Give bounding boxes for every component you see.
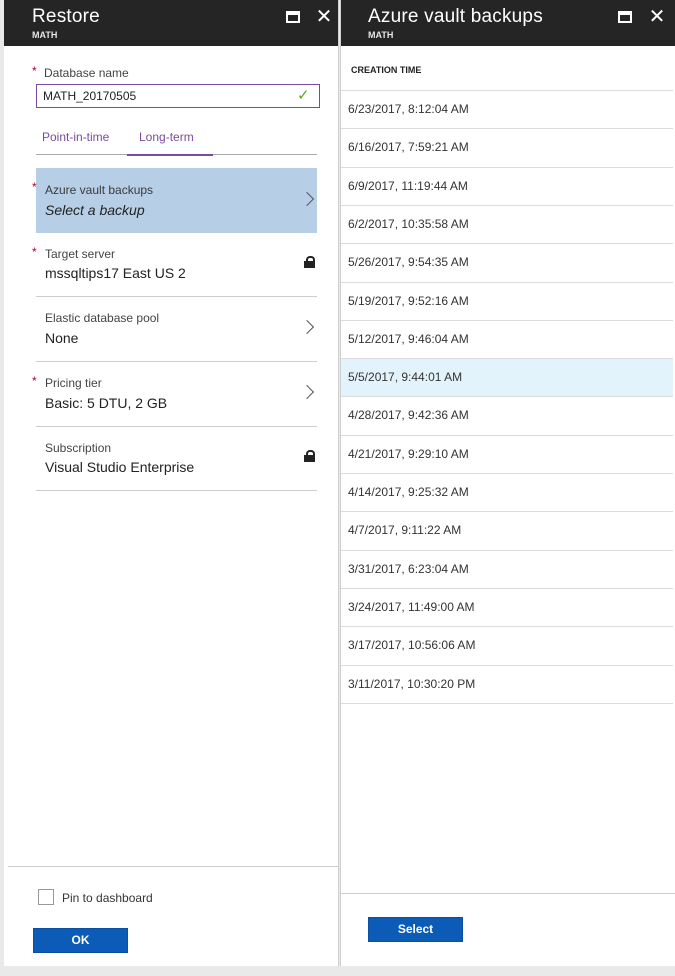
vault-blade-title: Azure vault backups: [368, 6, 543, 27]
row-divider: [36, 490, 317, 491]
database-name-label: Database name: [44, 66, 129, 80]
backup-creation-time: 3/17/2017, 10:56:06 AM: [348, 638, 476, 653]
backup-creation-time: 4/28/2017, 9:42:36 AM: [348, 408, 469, 423]
backup-row[interactable]: 3/17/2017, 10:56:06 AM: [341, 626, 673, 664]
maximize-icon[interactable]: [286, 11, 300, 23]
chevron-right-icon: [299, 384, 315, 400]
azure-vault-backups-blade: Azure vault backups MATH ✕ CREATION TIME…: [340, 0, 675, 976]
footer-divider: [341, 893, 675, 894]
required-asterisk: *: [32, 374, 37, 388]
backup-creation-time: 5/5/2017, 9:44:01 AM: [348, 370, 463, 385]
close-icon[interactable]: ✕: [648, 7, 666, 27]
backup-row[interactable]: 6/2/2017, 10:35:58 AM: [341, 204, 673, 243]
backup-creation-time: 5/26/2017, 9:54:35 AM: [348, 255, 469, 270]
required-asterisk: *: [32, 245, 37, 259]
tab-long-term[interactable]: Long-term: [139, 130, 194, 144]
chevron-right-icon: [299, 191, 315, 207]
backup-row[interactable]: 5/26/2017, 9:54:35 AM: [341, 243, 673, 281]
close-icon[interactable]: ✕: [315, 7, 333, 27]
backup-row[interactable]: 6/9/2017, 11:19:44 AM: [341, 166, 673, 205]
backup-row[interactable]: 4/7/2017, 9:11:22 AM: [341, 511, 673, 549]
backup-creation-time: 6/9/2017, 11:19:44 AM: [348, 178, 468, 193]
active-tab-indicator: [127, 154, 213, 156]
subscription-value: Visual Studio Enterprise: [45, 459, 195, 475]
lock-icon: [304, 450, 315, 462]
backup-row[interactable]: 3/11/2017, 10:30:20 PM: [341, 664, 673, 703]
backup-row[interactable]: 3/31/2017, 6:23:04 AM: [341, 549, 673, 588]
backup-row[interactable]: 4/14/2017, 9:25:32 AM: [341, 473, 673, 511]
backup-creation-time: 6/23/2017, 8:12:04 AM: [348, 102, 469, 116]
lock-icon: [304, 256, 315, 268]
restore-blade-subtitle: MATH: [32, 30, 58, 40]
pin-to-dashboard-checkbox[interactable]: [38, 889, 54, 905]
subscription-label: Subscription: [45, 441, 112, 455]
pricing-tier-label: Pricing tier: [45, 376, 102, 390]
elastic-database-pool-label: Elastic database pool: [45, 311, 160, 325]
backup-creation-time: 6/2/2017, 10:35:58 AM: [348, 216, 469, 231]
subscription-row: Subscription Visual Studio Enterprise: [36, 427, 317, 490]
backup-creation-time: 3/11/2017, 10:30:20 PM: [348, 676, 476, 691]
backup-row[interactable]: 6/23/2017, 8:12:04 AM: [341, 90, 673, 128]
backup-row[interactable]: 6/16/2017, 7:59:21 AM: [341, 128, 673, 166]
elastic-database-pool-value: None: [45, 330, 79, 346]
backup-creation-time: 4/7/2017, 9:11:22 AM: [348, 523, 462, 538]
tab-point-in-time[interactable]: Point-in-time: [42, 130, 109, 144]
backup-row[interactable]: 3/24/2017, 11:49:00 AM: [341, 587, 673, 626]
pricing-tier-value: Basic: 5 DTU, 2 GB: [45, 395, 168, 411]
list-end-divider: [341, 702, 673, 705]
backup-creation-time: 4/21/2017, 9:29:10 AM: [348, 446, 469, 461]
ok-button[interactable]: OK: [33, 928, 128, 953]
required-asterisk: *: [32, 64, 37, 78]
backup-creation-time: 3/24/2017, 11:49:00 AM: [348, 599, 475, 614]
target-server-row: * Target server mssqltips17 East US 2: [32, 233, 317, 296]
chevron-right-icon: [299, 319, 315, 335]
footer-divider: [8, 866, 338, 867]
backup-row[interactable]: 4/28/2017, 9:42:36 AM: [341, 396, 673, 434]
required-asterisk: *: [32, 180, 37, 194]
backup-creation-time: 5/19/2017, 9:52:16 AM: [348, 293, 469, 308]
pin-to-dashboard-label: Pin to dashboard: [62, 891, 153, 905]
vault-blade-subtitle: MATH: [368, 30, 394, 40]
backup-creation-time: 6/16/2017, 7:59:21 AM: [348, 140, 469, 155]
select-button[interactable]: Select: [368, 917, 463, 942]
backup-creation-time: 4/14/2017, 9:25:32 AM: [348, 485, 469, 499]
backup-row[interactable]: 5/5/2017, 9:44:01 AM: [341, 358, 673, 397]
creation-time-column-header: CREATION TIME: [351, 65, 422, 75]
scrollbar-track: [0, 966, 675, 976]
backup-creation-time: 3/31/2017, 6:23:04 AM: [348, 561, 469, 576]
backup-row[interactable]: 4/21/2017, 9:29:10 AM: [341, 434, 673, 473]
azure-vault-backups-label: Azure vault backups: [45, 183, 154, 197]
target-server-value: mssqltips17 East US 2: [45, 265, 186, 281]
restore-blade-header: Restore MATH ✕: [4, 0, 338, 46]
restore-blade: Restore MATH ✕ * Database name ✓ Point-i…: [4, 0, 339, 976]
target-server-label: Target server: [45, 247, 116, 261]
database-name-input[interactable]: [36, 84, 320, 108]
pricing-tier-row[interactable]: * Pricing tier Basic: 5 DTU, 2 GB: [32, 362, 317, 426]
vault-blade-header: Azure vault backups MATH ✕: [341, 0, 675, 46]
checkmark-icon: ✓: [297, 87, 310, 104]
elastic-database-pool-row[interactable]: Elastic database pool None: [36, 297, 317, 361]
azure-vault-backups-value: Select a backup: [45, 202, 145, 218]
maximize-icon[interactable]: [618, 11, 632, 23]
backup-row[interactable]: 5/12/2017, 9:46:04 AM: [341, 319, 673, 358]
azure-vault-backups-row[interactable]: * Azure vault backups Select a backup: [32, 168, 317, 233]
restore-blade-title: Restore: [32, 6, 100, 27]
backup-creation-time: 5/12/2017, 9:46:04 AM: [348, 331, 469, 346]
backup-row[interactable]: 5/19/2017, 9:52:16 AM: [341, 281, 673, 320]
